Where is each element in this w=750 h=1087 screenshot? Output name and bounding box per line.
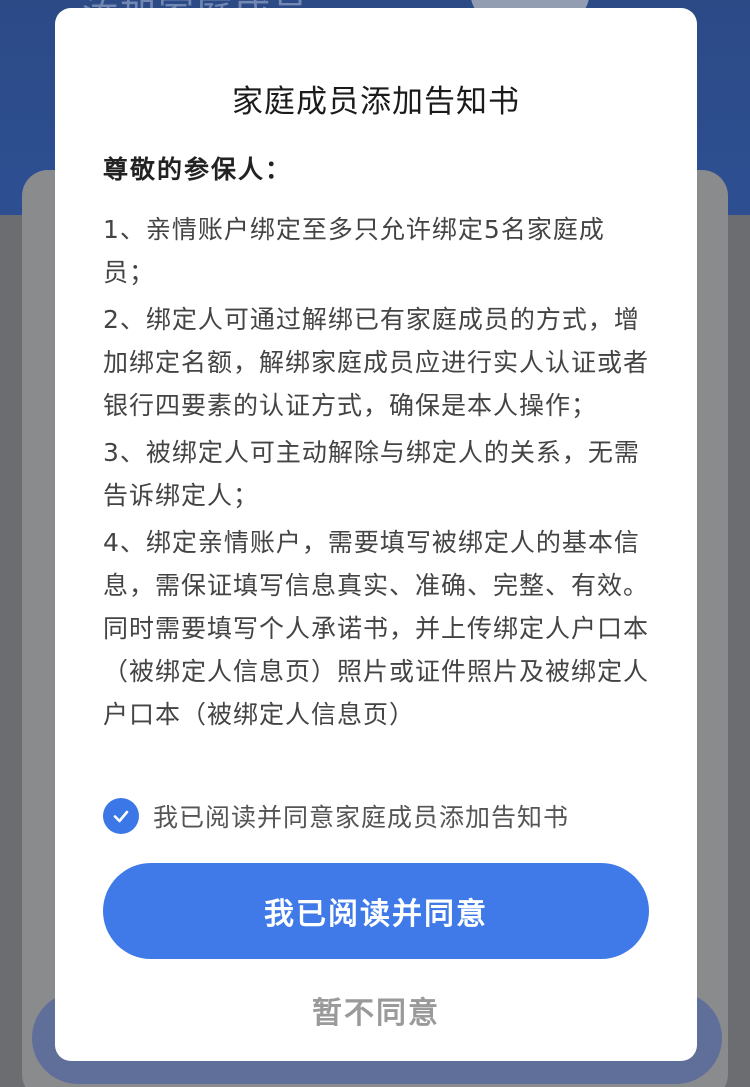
decline-button[interactable]: 暂不同意 <box>55 988 697 1032</box>
notice-dialog: 家庭成员添加告知书 尊敬的参保人： 1、亲情账户绑定至多只允许绑定5名家庭成员；… <box>55 8 697 1061</box>
agree-checkbox-row[interactable]: 我已阅读并同意家庭成员添加告知书 <box>103 798 569 834</box>
dialog-title: 家庭成员添加告知书 <box>232 84 520 120</box>
clause-4: 4、绑定亲情账户，需要填写被绑定人的基本信息，需保证填写信息真实、准确、完整、有… <box>103 528 650 729</box>
clause-list: 1、亲情账户绑定至多只允许绑定5名家庭成员； 2、绑定人可通过解绑已有家庭成员的… <box>103 208 653 740</box>
clause-3: 3、被绑定人可主动解除与绑定人的关系，无需告诉绑定人； <box>103 438 640 510</box>
agree-checkbox[interactable] <box>103 798 139 834</box>
clause-1: 1、亲情账户绑定至多只允许绑定5名家庭成员； <box>103 215 605 287</box>
clause-2: 2、绑定人可通过解绑已有家庭成员的方式，增加绑定名额，解绑家庭成员应进行实人认证… <box>103 305 650 420</box>
check-icon <box>113 810 129 823</box>
salutation: 尊敬的参保人： <box>103 155 293 184</box>
agree-button[interactable]: 我已阅读并同意 <box>103 863 649 959</box>
agree-label: 我已阅读并同意家庭成员添加告知书 <box>153 803 570 832</box>
